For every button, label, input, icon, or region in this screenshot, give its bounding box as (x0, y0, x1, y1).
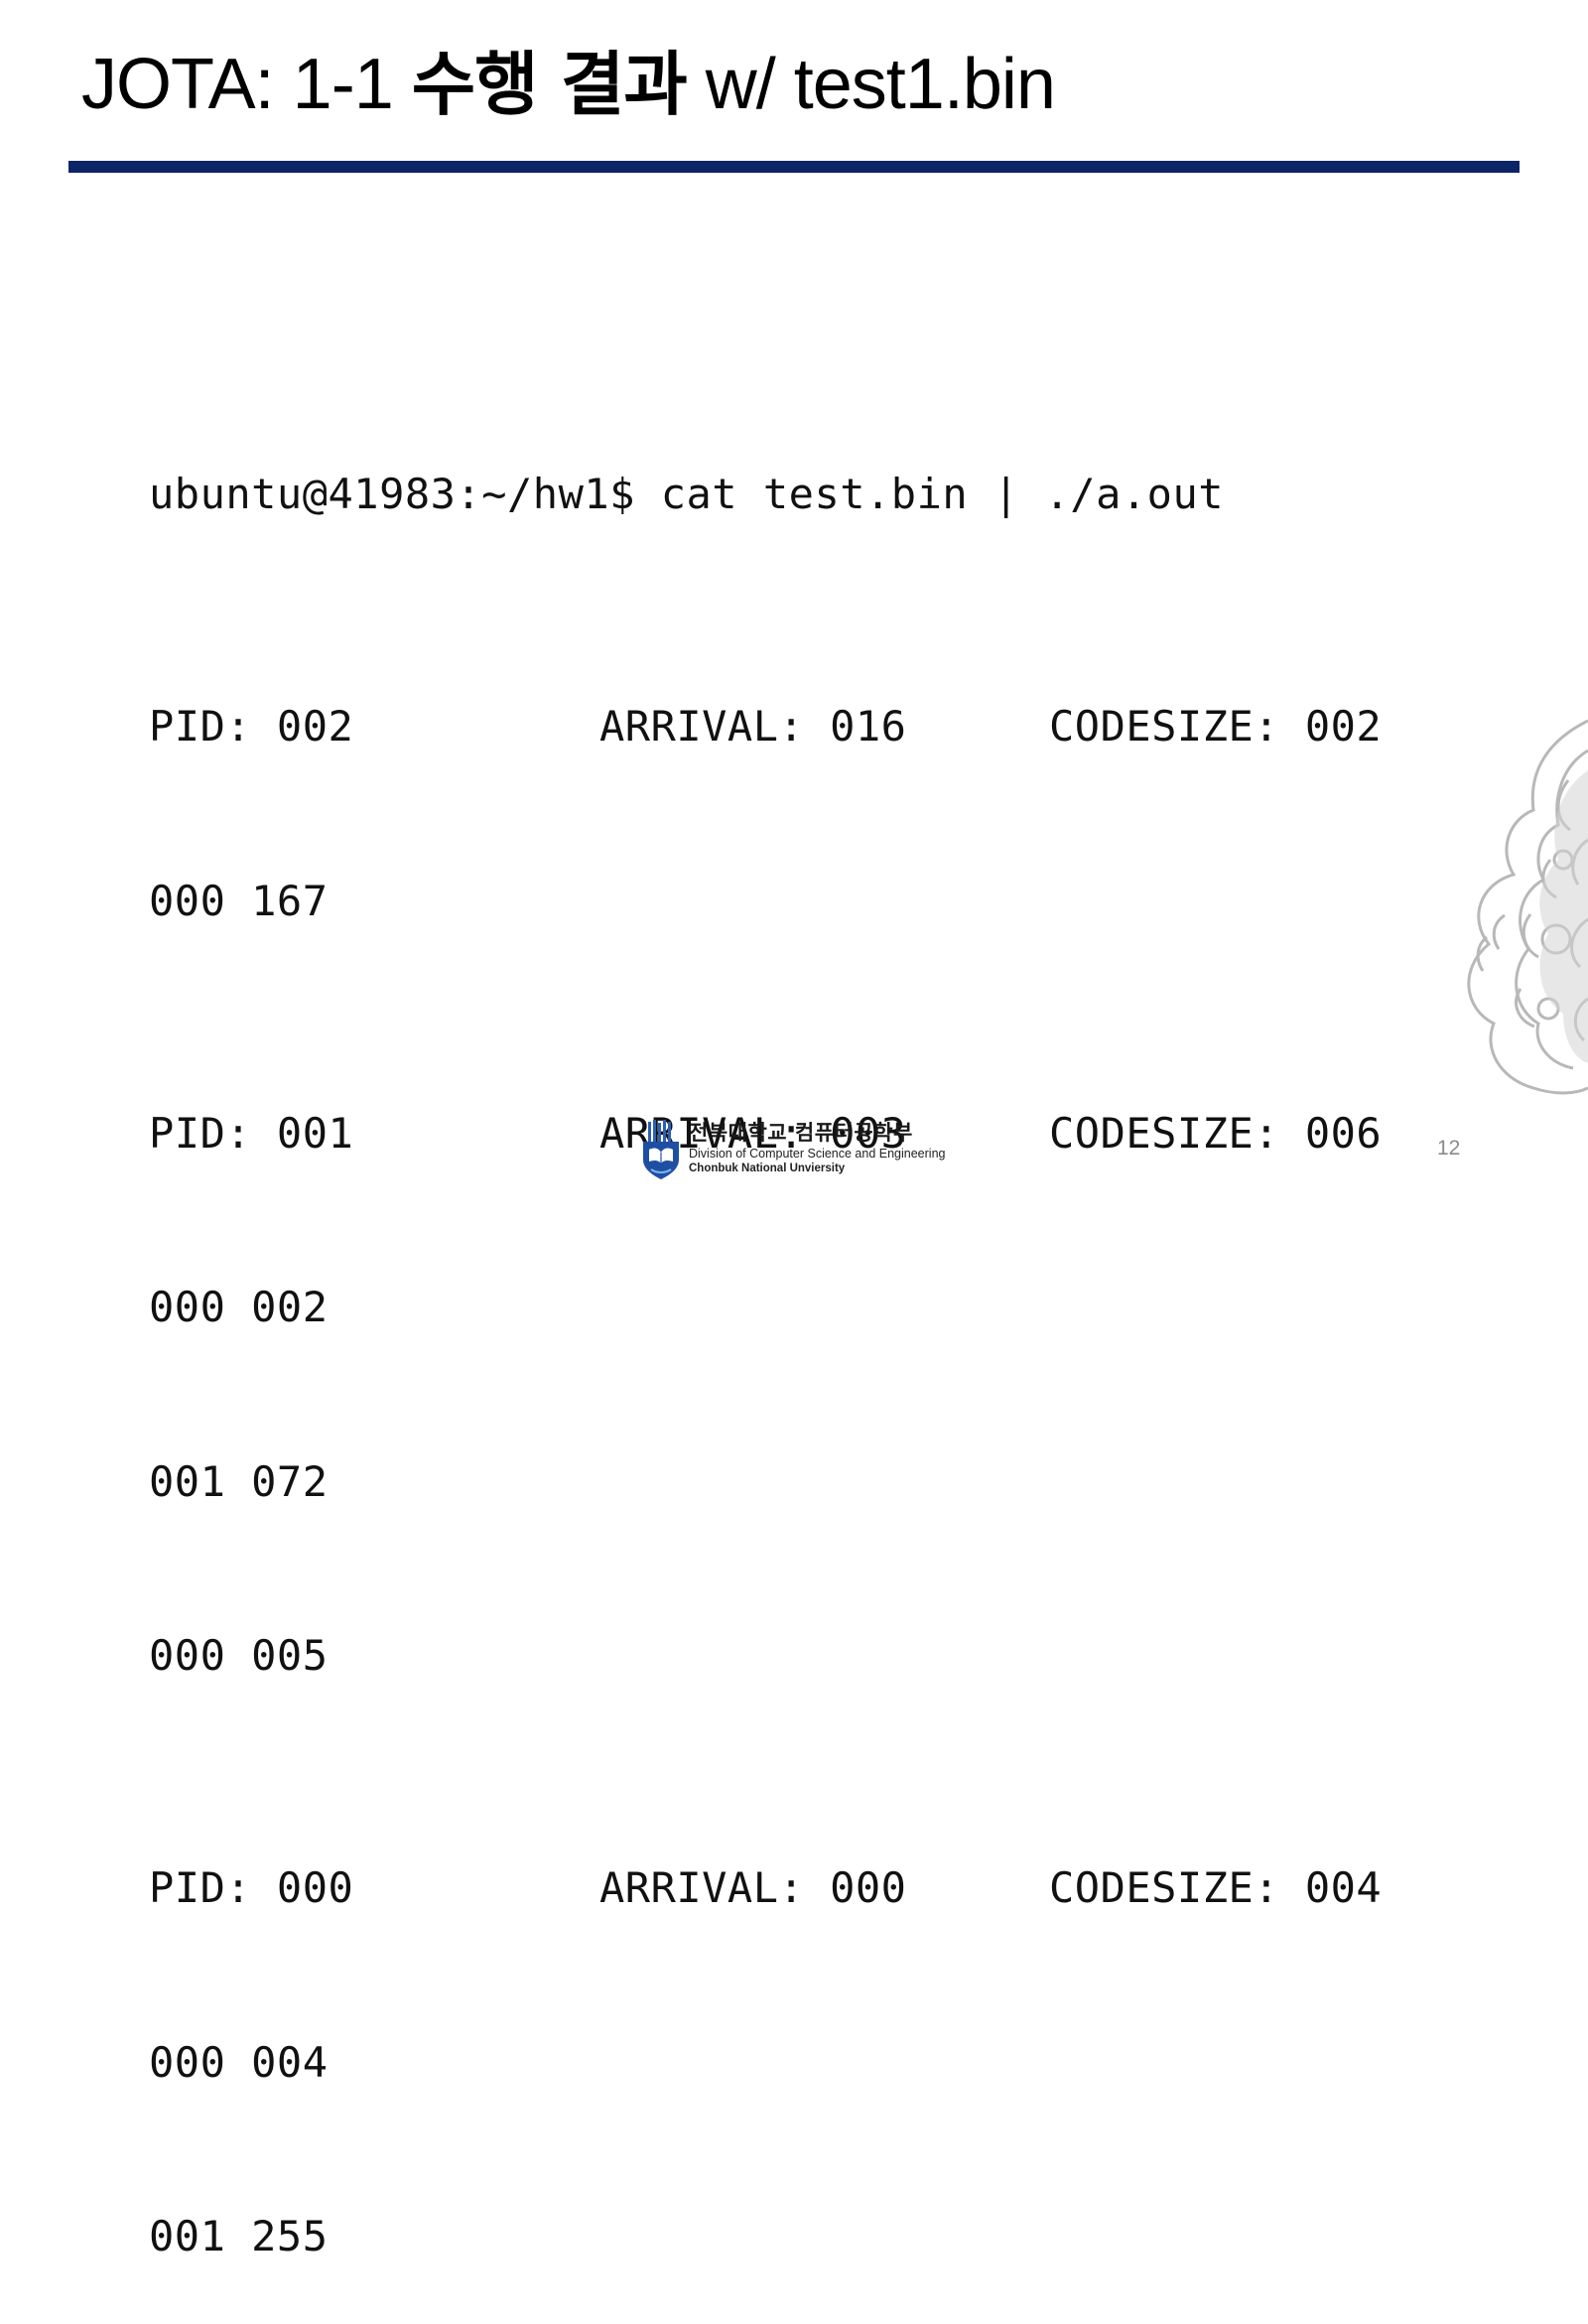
pid-label: PID: 001 (149, 1108, 354, 1158)
pid-label: PID: 000 (149, 1863, 354, 1912)
codesize-label: CODESIZE: 004 (1049, 1863, 1383, 1912)
process-header: PID: 002 ARRIVAL: 016 CODESIZE: 002 (149, 698, 1382, 756)
title-rule (68, 161, 1520, 173)
footer-logo: 전북대학교 컴퓨터공학부 Division of Computer Scienc… (639, 1120, 945, 1181)
terminal-command: ubuntu@41983:~/hw1$ cat test.bin | ./a.o… (149, 470, 1225, 518)
codesize-label: CODESIZE: 006 (1049, 1108, 1383, 1158)
pid-label: PID: 002 (149, 702, 354, 751)
code-line: 000 002 (149, 1283, 329, 1331)
title-korean: 수행 결과 (411, 44, 688, 125)
codesize-label: CODESIZE: 002 (1049, 702, 1383, 751)
university-emblem-icon (643, 1120, 679, 1179)
process-header: PID: 000 ARRIVAL: 000 CODESIZE: 004 (149, 1859, 1382, 1918)
footer-division-name: Division of Computer Science and Enginee… (689, 1147, 946, 1161)
code-line: 001 072 (149, 1456, 329, 1506)
code-line: 001 255 (149, 2212, 329, 2260)
code-line: 000 004 (149, 2037, 329, 2087)
page-number: 12 (1437, 1137, 1461, 1160)
footer-korean-name: 전북대학교 컴퓨터공학부 (689, 1121, 913, 1145)
title-suffix: w/ test1.bin (686, 45, 1056, 124)
terminal-output: ubuntu@41983:~/hw1$ cat test.bin | ./a.o… (149, 349, 1382, 2324)
code-line: 000 005 (149, 1631, 329, 1680)
university-seal-watermark-icon (1467, 719, 1588, 1095)
code-line: 000 167 (149, 876, 329, 925)
slide-title: JOTA: 1-1 수행 결과 w/ test1.bin (81, 40, 1056, 129)
title-prefix: JOTA: 1-1 (81, 45, 412, 124)
footer-university-name: Chonbuk National Unviersity (689, 1162, 846, 1174)
arrival-label: ARRIVAL: 000 (599, 1863, 907, 1912)
arrival-label: ARRIVAL: 016 (599, 702, 907, 751)
footer-text: 전북대학교 컴퓨터공학부 Division of Computer Scienc… (689, 1120, 945, 1176)
